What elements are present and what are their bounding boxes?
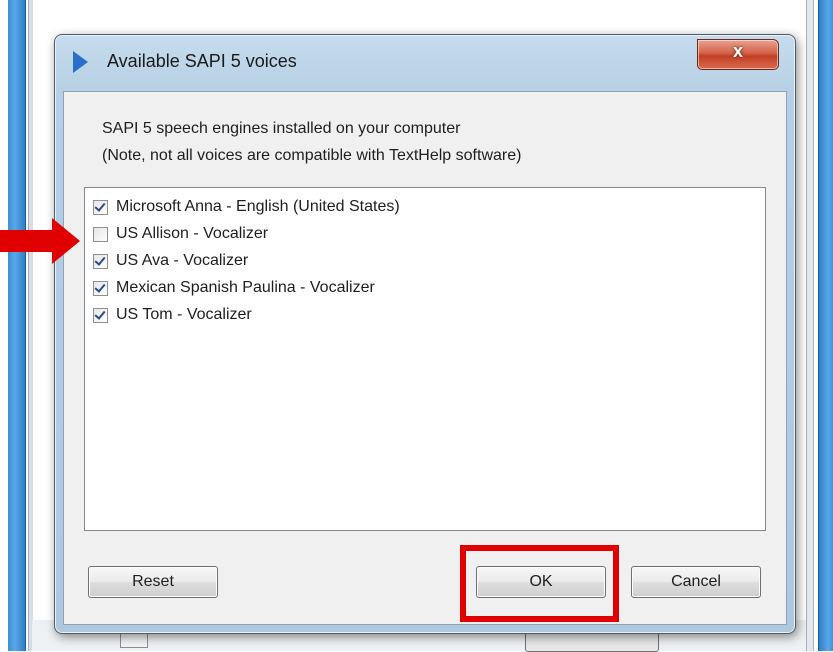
cancel-button[interactable]: Cancel xyxy=(631,566,761,598)
voice-label: Microsoft Anna - English (United States) xyxy=(116,198,400,215)
voice-label: Mexican Spanish Paulina - Vocalizer xyxy=(116,279,375,296)
description-line-2: (Note, not all voices are compatible wit… xyxy=(102,147,522,164)
description-line-1: SAPI 5 speech engines installed on your … xyxy=(102,120,461,137)
parent-window-border-left xyxy=(28,0,33,651)
voice-checkbox[interactable] xyxy=(93,199,108,215)
voice-list[interactable]: Microsoft Anna - English (United States)… xyxy=(84,187,766,531)
dialog-title: Available SAPI 5 voices xyxy=(107,51,297,71)
red-arrow-annotation xyxy=(0,218,80,264)
list-item[interactable]: US Allison - Vocalizer xyxy=(93,221,268,247)
play-arrow-icon xyxy=(73,51,88,73)
parent-window-border-right xyxy=(806,0,814,651)
voice-label: US Allison - Vocalizer xyxy=(116,225,269,242)
reset-button[interactable]: Reset xyxy=(88,566,218,598)
list-item[interactable]: Microsoft Anna - English (United States) xyxy=(93,194,400,220)
voice-checkbox[interactable] xyxy=(93,280,108,296)
voice-checkbox[interactable] xyxy=(93,253,108,269)
dialog-client-area: SAPI 5 speech engines installed on your … xyxy=(63,91,787,625)
close-button[interactable]: x xyxy=(697,39,779,70)
parent-window-frame-right xyxy=(818,0,833,651)
voice-checkbox[interactable] xyxy=(93,307,108,323)
close-icon: x xyxy=(732,41,743,61)
voice-label: US Ava - Vocalizer xyxy=(116,252,249,269)
list-item[interactable]: US Tom - Vocalizer xyxy=(93,302,252,328)
voice-checkbox[interactable] xyxy=(93,226,108,242)
ok-highlight-box xyxy=(460,545,619,622)
parent-window-frame-left xyxy=(8,0,26,651)
voice-label: US Tom - Vocalizer xyxy=(116,306,252,323)
list-item[interactable]: Mexican Spanish Paulina - Vocalizer xyxy=(93,275,375,301)
list-item[interactable]: US Ava - Vocalizer xyxy=(93,248,248,274)
sapi-voices-dialog: Available SAPI 5 voices x SAPI 5 speech … xyxy=(54,34,796,634)
